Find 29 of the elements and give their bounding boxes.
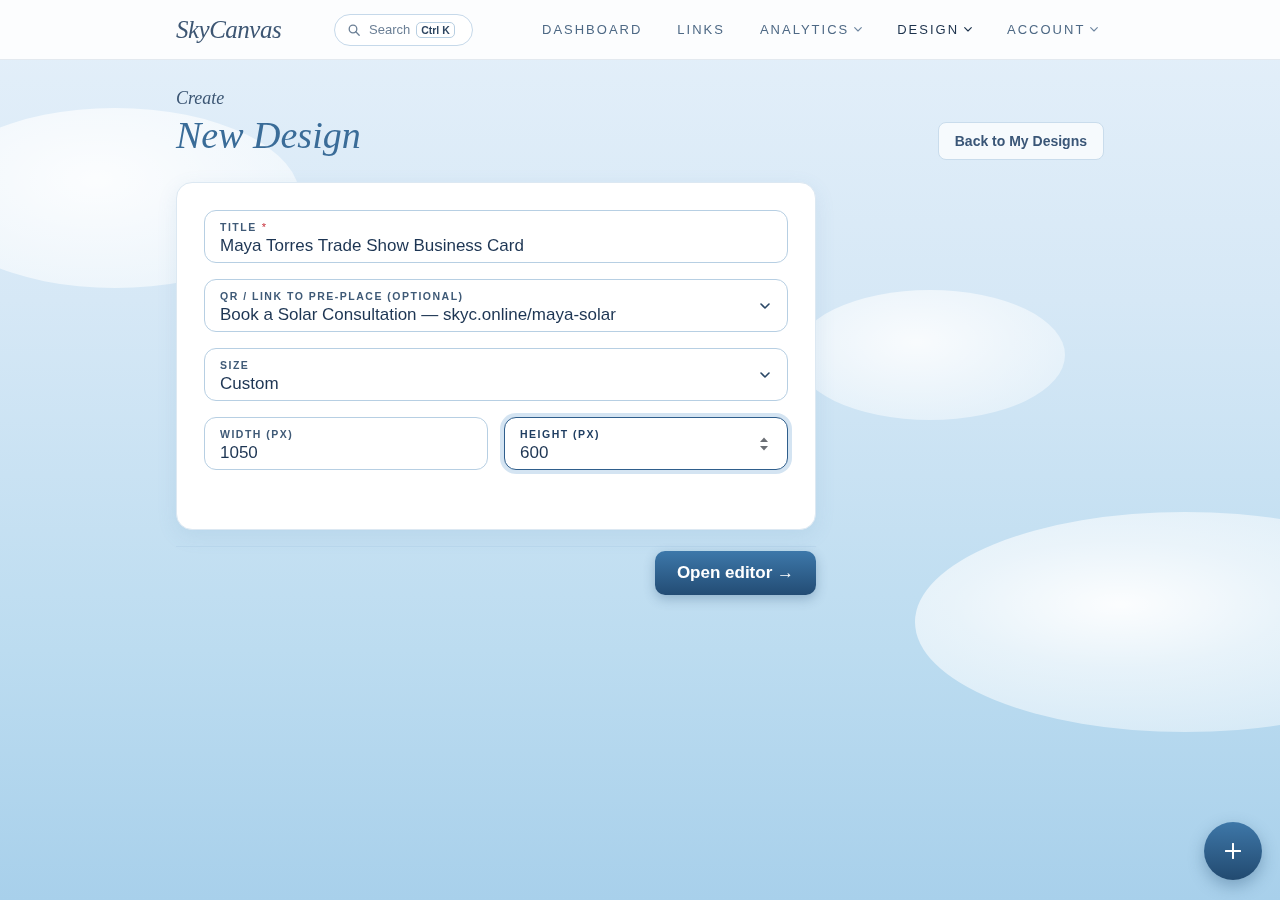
logo[interactable]: SkyCanvas — [176, 15, 334, 44]
search-field[interactable]: Search Ctrl K — [334, 13, 473, 46]
open-editor-button[interactable]: Open editor → — [654, 551, 816, 595]
field-label: QR / LINK TO PRE-PLACE (OPTIONAL) — [220, 288, 464, 303]
search-icon — [348, 23, 360, 36]
nav-link[interactable]: LINKS — [677, 22, 725, 37]
chevron-down-icon — [760, 302, 770, 309]
page-eyebrow: Create — [176, 87, 226, 109]
spinner-icon[interactable] — [759, 435, 769, 452]
nav-link[interactable]: ANALYTICS — [759, 22, 863, 37]
number-field[interactable]: HEIGHT (PX) 600 — [504, 417, 788, 470]
field-label: HEIGHT (PX) — [520, 426, 601, 441]
nav-link[interactable]: DASHBOARD — [542, 22, 643, 37]
field-label: SIZE — [220, 357, 250, 372]
page-title: New Design — [176, 113, 361, 158]
select-field[interactable]: QR / LINK TO PRE-PLACE (OPTIONAL) Book a Solar Consultation — skyc.online/maya-solar — [204, 279, 788, 332]
required-mark: * — [261, 219, 266, 234]
field-label: TITLE — [220, 219, 257, 234]
nav-link[interactable]: DESIGN — [897, 22, 973, 37]
back-button[interactable]: Back to My Designs — [937, 122, 1104, 160]
nav-link[interactable]: ACCOUNT — [1007, 22, 1099, 37]
plus-icon — [1225, 843, 1241, 859]
add-button[interactable] — [1204, 822, 1262, 880]
number-field[interactable]: WIDTH (PX) 1050 — [204, 417, 488, 470]
keyboard-shortcut: Ctrl K — [416, 21, 455, 38]
select-field[interactable]: SIZE Custom — [204, 348, 788, 401]
chevron-down-icon — [760, 371, 770, 378]
text-field[interactable]: TITLE * Maya Torres Trade Show Business Card — [204, 210, 788, 263]
field-label: WIDTH (PX) — [220, 426, 294, 441]
